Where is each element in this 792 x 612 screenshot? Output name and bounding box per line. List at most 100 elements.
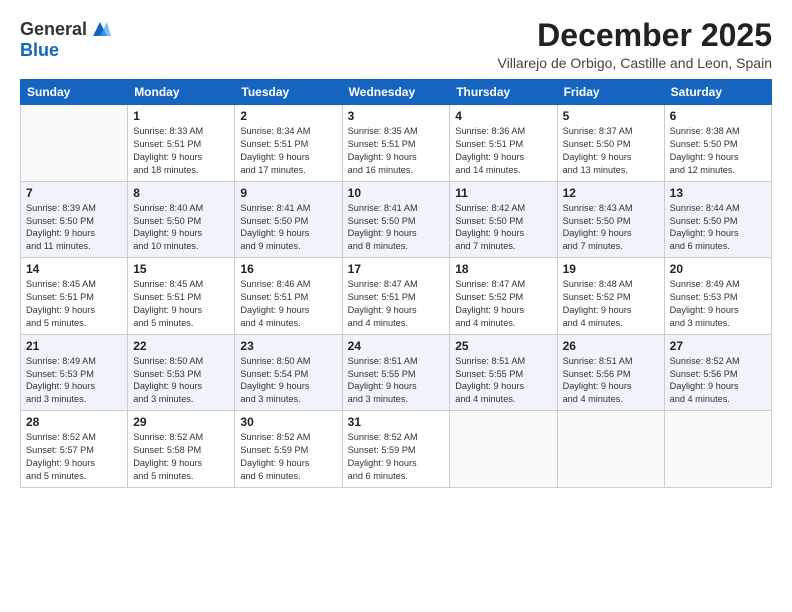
title-section: December 2025 Villarejo de Orbigo, Casti…: [498, 18, 772, 71]
day-info: Sunrise: 8:34 AMSunset: 5:51 PMDaylight:…: [240, 125, 336, 177]
day-info: Sunrise: 8:37 AMSunset: 5:50 PMDaylight:…: [563, 125, 659, 177]
logo: General Blue: [20, 18, 111, 61]
calendar-week-row: 1 Sunrise: 8:33 AMSunset: 5:51 PMDaylight…: [21, 105, 772, 182]
calendar-day-cell: 10 Sunrise: 8:41 AMSunset: 5:50 PMDayligh…: [342, 181, 450, 258]
month-title: December 2025: [498, 18, 772, 53]
location-subtitle: Villarejo de Orbigo, Castille and Leon, …: [498, 55, 772, 71]
day-info: Sunrise: 8:50 AMSunset: 5:54 PMDaylight:…: [240, 355, 336, 407]
header-tuesday: Tuesday: [235, 80, 342, 105]
day-number: 13: [670, 186, 766, 200]
day-number: 3: [348, 109, 445, 123]
day-info: Sunrise: 8:44 AMSunset: 5:50 PMDaylight:…: [670, 202, 766, 254]
header-sunday: Sunday: [21, 80, 128, 105]
day-number: 10: [348, 186, 445, 200]
day-number: 29: [133, 415, 229, 429]
calendar-day-cell: 14Sunrise: 8:45 AMSunset: 5:51 PMDayligh…: [21, 258, 128, 335]
calendar-day-cell: 4 Sunrise: 8:36 AMSunset: 5:51 PMDaylight…: [450, 105, 557, 182]
calendar-day-cell: 1 Sunrise: 8:33 AMSunset: 5:51 PMDaylight…: [128, 105, 235, 182]
day-number: 30: [240, 415, 336, 429]
day-info: Sunrise: 8:47 AMSunset: 5:51 PMDaylight:…: [348, 278, 445, 330]
calendar-day-cell: 24Sunrise: 8:51 AMSunset: 5:55 PMDayligh…: [342, 334, 450, 411]
day-number: 11: [455, 186, 551, 200]
day-number: 8: [133, 186, 229, 200]
day-number: 27: [670, 339, 766, 353]
day-info: Sunrise: 8:52 AMSunset: 5:59 PMDaylight:…: [240, 431, 336, 483]
day-number: 26: [563, 339, 659, 353]
day-number: 6: [670, 109, 766, 123]
day-number: 20: [670, 262, 766, 276]
calendar-day-cell: 26 Sunrise: 8:51 AMSunset: 5:56 PMDayligh…: [557, 334, 664, 411]
calendar-day-cell: 6 Sunrise: 8:38 AMSunset: 5:50 PMDaylight…: [664, 105, 771, 182]
calendar-day-cell: [664, 411, 771, 488]
calendar-day-cell: 23 Sunrise: 8:50 AMSunset: 5:54 PMDayligh…: [235, 334, 342, 411]
day-info: Sunrise: 8:39 AMSunset: 5:50 PMDaylight:…: [26, 202, 122, 254]
logo-blue: Blue: [20, 40, 59, 60]
calendar-day-cell: 21 Sunrise: 8:49 AMSunset: 5:53 PMDayligh…: [21, 334, 128, 411]
day-info: Sunrise: 8:49 AMSunset: 5:53 PMDaylight:…: [670, 278, 766, 330]
day-info: Sunrise: 8:43 AMSunset: 5:50 PMDaylight:…: [563, 202, 659, 254]
day-number: 18: [455, 262, 551, 276]
calendar-day-cell: 11 Sunrise: 8:42 AMSunset: 5:50 PMDayligh…: [450, 181, 557, 258]
day-number: 23: [240, 339, 336, 353]
day-info: Sunrise: 8:35 AMSunset: 5:51 PMDaylight:…: [348, 125, 445, 177]
day-number: 1: [133, 109, 229, 123]
day-number: 25: [455, 339, 551, 353]
day-info: Sunrise: 8:40 AMSunset: 5:50 PMDaylight:…: [133, 202, 229, 254]
day-number: 22: [133, 339, 229, 353]
day-info: Sunrise: 8:33 AMSunset: 5:51 PMDaylight:…: [133, 125, 229, 177]
day-info: Sunrise: 8:41 AMSunset: 5:50 PMDaylight:…: [348, 202, 445, 254]
calendar-day-cell: 16 Sunrise: 8:46 AMSunset: 5:51 PMDayligh…: [235, 258, 342, 335]
day-number: 7: [26, 186, 122, 200]
header: General Blue December 2025 Villarejo de …: [20, 18, 772, 71]
day-number: 5: [563, 109, 659, 123]
day-number: 15: [133, 262, 229, 276]
calendar-day-cell: 22 Sunrise: 8:50 AMSunset: 5:53 PMDayligh…: [128, 334, 235, 411]
day-info: Sunrise: 8:41 AMSunset: 5:50 PMDaylight:…: [240, 202, 336, 254]
day-number: 19: [563, 262, 659, 276]
day-number: 21: [26, 339, 122, 353]
calendar-day-cell: 2 Sunrise: 8:34 AMSunset: 5:51 PMDaylight…: [235, 105, 342, 182]
day-number: 12: [563, 186, 659, 200]
day-number: 4: [455, 109, 551, 123]
calendar-week-row: 7 Sunrise: 8:39 AMSunset: 5:50 PMDaylight…: [21, 181, 772, 258]
day-info: Sunrise: 8:52 AMSunset: 5:58 PMDaylight:…: [133, 431, 229, 483]
page-container: General Blue December 2025 Villarejo de …: [0, 0, 792, 498]
day-info: Sunrise: 8:49 AMSunset: 5:53 PMDaylight:…: [26, 355, 122, 407]
calendar-week-row: 28 Sunrise: 8:52 AMSunset: 5:57 PMDayligh…: [21, 411, 772, 488]
calendar-day-cell: 3 Sunrise: 8:35 AMSunset: 5:51 PMDaylight…: [342, 105, 450, 182]
day-info: Sunrise: 8:52 AMSunset: 5:57 PMDaylight:…: [26, 431, 122, 483]
day-info: Sunrise: 8:52 AMSunset: 5:56 PMDaylight:…: [670, 355, 766, 407]
day-info: Sunrise: 8:50 AMSunset: 5:53 PMDaylight:…: [133, 355, 229, 407]
calendar-day-cell: 19 Sunrise: 8:48 AMSunset: 5:52 PMDayligh…: [557, 258, 664, 335]
day-info: Sunrise: 8:51 AMSunset: 5:55 PMDaylight:…: [348, 355, 445, 407]
calendar-day-cell: 30 Sunrise: 8:52 AMSunset: 5:59 PMDayligh…: [235, 411, 342, 488]
day-info: Sunrise: 8:38 AMSunset: 5:50 PMDaylight:…: [670, 125, 766, 177]
calendar-table: Sunday Monday Tuesday Wednesday Thursday…: [20, 79, 772, 488]
day-info: Sunrise: 8:45 AMSunset: 5:51 PMDaylight:…: [133, 278, 229, 330]
calendar-week-row: 14Sunrise: 8:45 AMSunset: 5:51 PMDayligh…: [21, 258, 772, 335]
calendar-day-cell: 17 Sunrise: 8:47 AMSunset: 5:51 PMDayligh…: [342, 258, 450, 335]
day-number: 9: [240, 186, 336, 200]
day-number: 16: [240, 262, 336, 276]
calendar-day-cell: 25 Sunrise: 8:51 AMSunset: 5:55 PMDayligh…: [450, 334, 557, 411]
day-number: 2: [240, 109, 336, 123]
day-number: 31: [348, 415, 445, 429]
day-info: Sunrise: 8:51 AMSunset: 5:56 PMDaylight:…: [563, 355, 659, 407]
calendar-day-cell: [557, 411, 664, 488]
header-saturday: Saturday: [664, 80, 771, 105]
day-number: 28: [26, 415, 122, 429]
day-info: Sunrise: 8:46 AMSunset: 5:51 PMDaylight:…: [240, 278, 336, 330]
day-info: Sunrise: 8:36 AMSunset: 5:51 PMDaylight:…: [455, 125, 551, 177]
calendar-day-cell: 28 Sunrise: 8:52 AMSunset: 5:57 PMDayligh…: [21, 411, 128, 488]
logo-icon: [89, 18, 111, 40]
day-info: Sunrise: 8:51 AMSunset: 5:55 PMDaylight:…: [455, 355, 551, 407]
calendar-day-cell: [450, 411, 557, 488]
calendar-day-cell: 18Sunrise: 8:47 AMSunset: 5:52 PMDayligh…: [450, 258, 557, 335]
day-number: 17: [348, 262, 445, 276]
calendar-day-cell: 13 Sunrise: 8:44 AMSunset: 5:50 PMDayligh…: [664, 181, 771, 258]
day-info: Sunrise: 8:48 AMSunset: 5:52 PMDaylight:…: [563, 278, 659, 330]
calendar-day-cell: 29 Sunrise: 8:52 AMSunset: 5:58 PMDayligh…: [128, 411, 235, 488]
day-info: Sunrise: 8:42 AMSunset: 5:50 PMDaylight:…: [455, 202, 551, 254]
calendar-day-cell: 7 Sunrise: 8:39 AMSunset: 5:50 PMDaylight…: [21, 181, 128, 258]
header-friday: Friday: [557, 80, 664, 105]
